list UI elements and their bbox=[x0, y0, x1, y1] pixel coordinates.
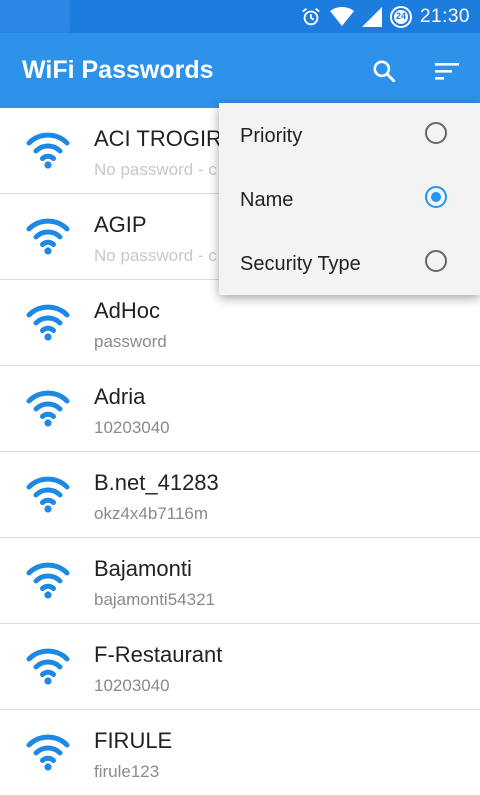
network-row[interactable]: B.net_41283 okz4x4b7116m bbox=[0, 452, 480, 538]
wifi-status-icon bbox=[329, 6, 354, 26]
network-ssid: AGIP bbox=[94, 212, 147, 237]
alarm-icon bbox=[302, 7, 320, 25]
status-time: 21:30 bbox=[419, 5, 470, 27]
sort-menu: Priority Name Security Type bbox=[219, 103, 480, 295]
status-icons: 24 21:30 bbox=[300, 0, 470, 33]
network-password: firule123 bbox=[94, 762, 160, 781]
sort-option[interactable]: Priority bbox=[219, 103, 480, 167]
search-button[interactable] bbox=[364, 51, 404, 91]
network-ssid: B.net_41283 bbox=[94, 470, 219, 495]
search-icon bbox=[373, 60, 396, 83]
network-ssid: Bajamonti bbox=[94, 556, 192, 581]
wifi-icon bbox=[25, 302, 71, 342]
status-bar: 24 21:30 bbox=[0, 0, 480, 33]
radio-button[interactable] bbox=[425, 250, 447, 272]
sort-option-label: Priority bbox=[240, 125, 303, 147]
battery-badge-text: 24 bbox=[395, 10, 406, 21]
wifi-icon bbox=[25, 388, 71, 428]
network-row[interactable]: Bajamonti bajamonti54321 bbox=[0, 538, 480, 624]
wifi-icon bbox=[25, 130, 71, 170]
network-ssid: FIRULE bbox=[94, 728, 173, 753]
status-bar-left bbox=[0, 0, 70, 33]
sort-option-label: Name bbox=[240, 189, 294, 211]
network-row[interactable]: FIRULE firule123 bbox=[0, 710, 480, 796]
sort-icon bbox=[435, 63, 459, 80]
wifi-icon bbox=[25, 474, 71, 514]
radio-button[interactable] bbox=[425, 122, 447, 144]
network-row[interactable]: Adria 10203040 bbox=[0, 366, 480, 452]
network-password: okz4x4b7116m bbox=[94, 504, 209, 523]
wifi-icon bbox=[25, 216, 71, 256]
app-bar: WiFi Passwords bbox=[0, 33, 480, 108]
sort-button[interactable] bbox=[427, 51, 467, 91]
signal-icon bbox=[361, 6, 382, 27]
wifi-icon bbox=[25, 646, 71, 686]
radio-button[interactable] bbox=[425, 186, 447, 208]
network-password: password bbox=[94, 332, 167, 351]
network-password: 10203040 bbox=[94, 418, 170, 437]
battery-badge-icon: 24 bbox=[389, 5, 412, 28]
network-password: bajamonti54321 bbox=[94, 590, 215, 609]
network-password: No password - c bbox=[94, 160, 217, 179]
sort-option[interactable]: Name bbox=[219, 167, 480, 231]
network-ssid: ACI TROGIR bbox=[94, 126, 222, 151]
network-ssid: AdHoc bbox=[94, 298, 161, 323]
network-password: No password - c bbox=[94, 246, 217, 265]
wifi-icon bbox=[25, 732, 71, 772]
network-ssid: F-Restaurant bbox=[94, 642, 223, 667]
network-row[interactable]: F-Restaurant 10203040 bbox=[0, 624, 480, 710]
page-title: WiFi Passwords bbox=[22, 56, 214, 84]
sort-option-label: Security Type bbox=[240, 253, 361, 275]
network-password: 10203040 bbox=[94, 676, 170, 695]
sort-option[interactable]: Security Type bbox=[219, 231, 480, 295]
network-ssid: Adria bbox=[94, 384, 146, 409]
wifi-icon bbox=[25, 560, 71, 600]
